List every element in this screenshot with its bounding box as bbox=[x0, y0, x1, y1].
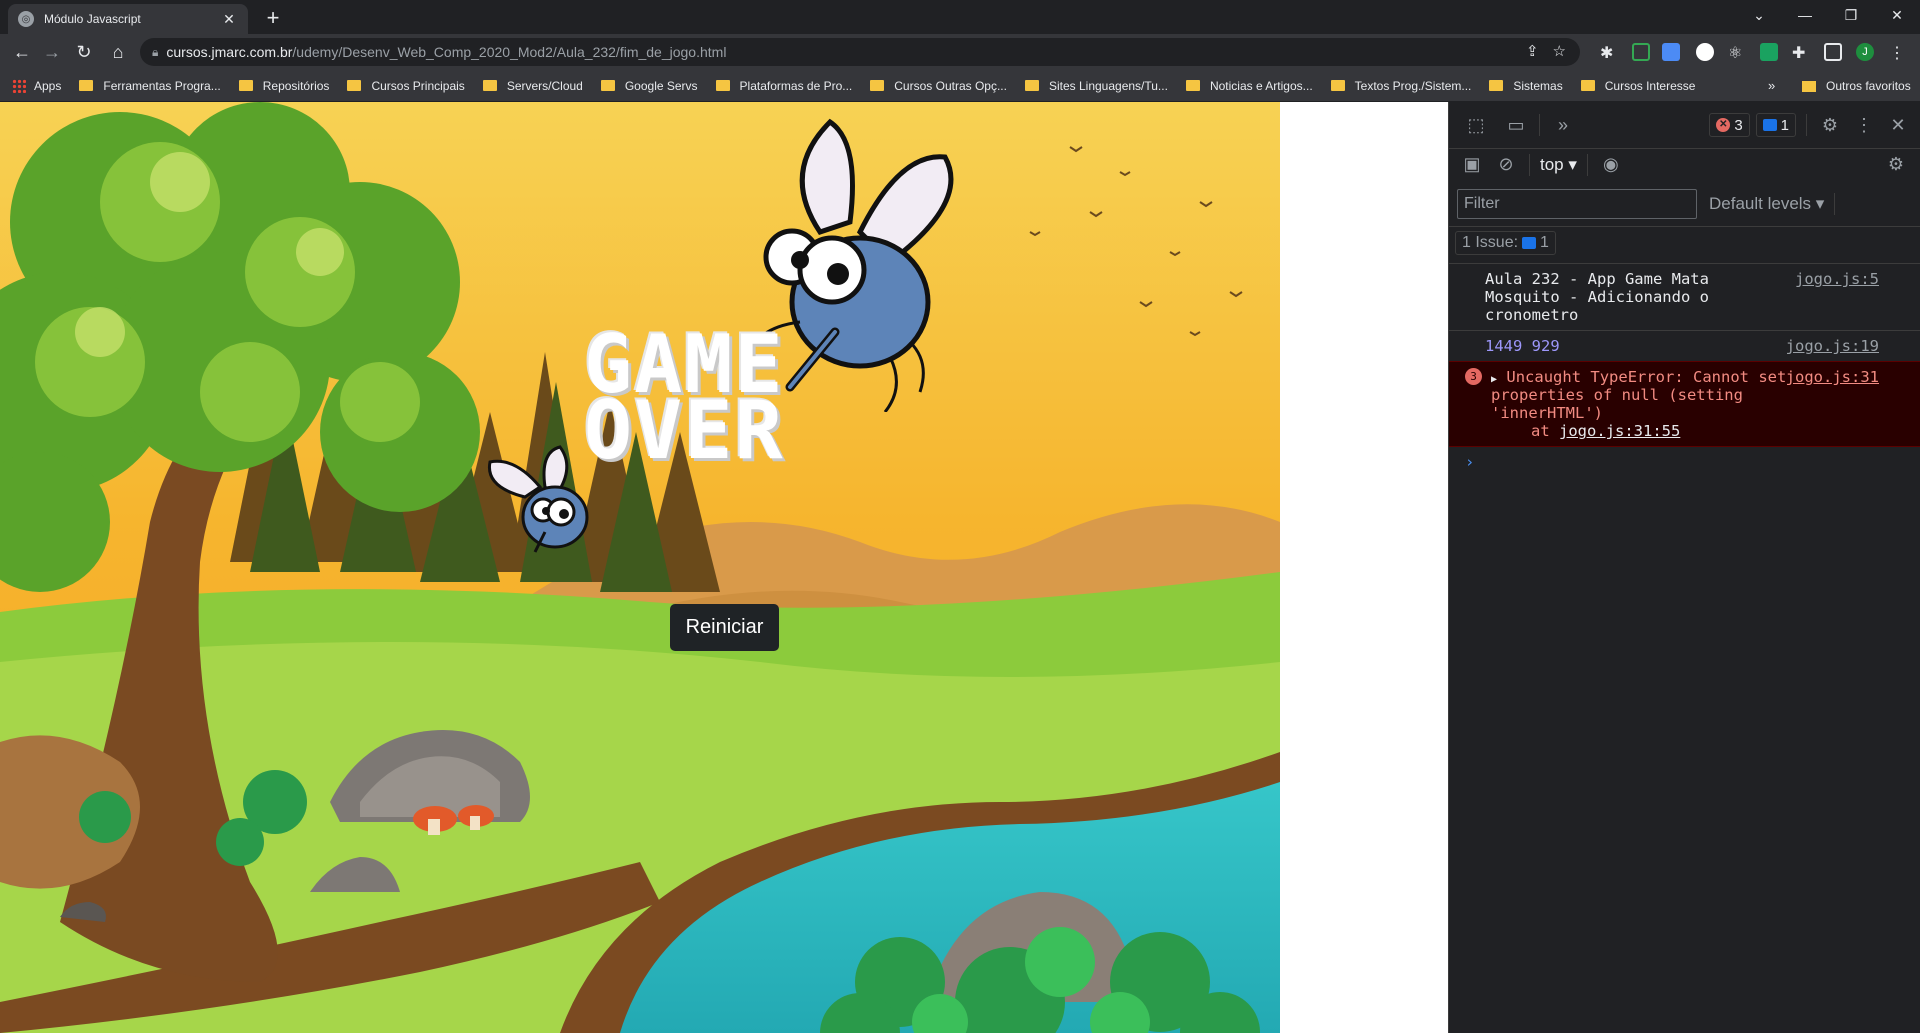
extensions-puzzle-icon[interactable]: ✚ bbox=[1792, 43, 1810, 62]
bookmarks-overflow-button[interactable]: » bbox=[1768, 78, 1775, 93]
message-icon bbox=[1762, 119, 1777, 131]
devtools-panel: ⬚ ▭ » ✕ 3 1 ⚙ ⋮ ✕ ▣ ⊘ top ▾ ◉ ⚙ Filter D… bbox=[1448, 102, 1920, 1033]
folder-icon bbox=[79, 80, 94, 91]
apps-grid-icon bbox=[12, 78, 26, 93]
folder-icon bbox=[1802, 80, 1816, 92]
folder-icon bbox=[238, 80, 253, 91]
restore-button[interactable]: ❐ bbox=[1828, 0, 1874, 30]
bookmark-folder[interactable]: Sistemas bbox=[1489, 79, 1563, 93]
bookmark-folder[interactable]: Repositórios bbox=[238, 79, 329, 93]
console-output: Aula 232 - App Game Mata Mosquito - Adic… bbox=[1449, 263, 1920, 477]
error-repeat-count: 3 bbox=[1465, 368, 1482, 385]
home-icon[interactable]: ⌂ bbox=[106, 40, 130, 64]
folder-icon bbox=[1024, 80, 1039, 91]
close-devtools-icon[interactable]: ✕ bbox=[1885, 115, 1911, 136]
context-select[interactable]: top ▾ bbox=[1540, 155, 1577, 175]
folder-icon bbox=[1185, 80, 1200, 91]
source-link[interactable]: jogo.js:19 bbox=[1786, 337, 1879, 355]
restart-button[interactable]: Reiniciar bbox=[670, 604, 779, 651]
bookmark-folder[interactable]: Textos Prog./Sistem... bbox=[1330, 79, 1471, 93]
game-scene: GAME OVER Reiniciar bbox=[0, 102, 1280, 1033]
reload-icon[interactable]: ↻ bbox=[72, 40, 96, 64]
bookmark-folder[interactable]: Cursos Outras Opç... bbox=[870, 79, 1007, 93]
close-window-button[interactable]: ✕ bbox=[1874, 0, 1920, 30]
live-expression-eye-icon[interactable]: ◉ bbox=[1598, 154, 1624, 175]
minimize-button[interactable]: — bbox=[1782, 0, 1828, 30]
bookmark-folder[interactable]: Google Servs bbox=[600, 79, 698, 93]
folder-icon bbox=[1580, 80, 1595, 91]
source-link[interactable]: jogo.js:31 bbox=[1786, 368, 1879, 386]
tab-strip: ◎ Módulo Javascript ✕ + ⌄ — ❐ ✕ bbox=[0, 0, 1920, 34]
back-icon[interactable]: ← bbox=[10, 40, 34, 64]
issues-button[interactable]: 1 Issue: 1 bbox=[1455, 230, 1556, 255]
bookmark-folder[interactable]: Cursos Principais bbox=[347, 79, 465, 93]
extension-circle-icon[interactable] bbox=[1696, 43, 1714, 61]
tab-title: Módulo Javascript bbox=[44, 12, 141, 26]
inspect-element-icon[interactable]: ⬚ bbox=[1463, 115, 1489, 136]
side-panel-icon[interactable] bbox=[1824, 43, 1842, 61]
bookmark-folder[interactable]: Servers/Cloud bbox=[482, 79, 583, 93]
game-over-line-2: OVER bbox=[584, 384, 785, 477]
folder-icon bbox=[870, 80, 885, 91]
tab-search-icon[interactable]: ⌄ bbox=[1736, 0, 1782, 30]
log-levels-dropdown[interactable]: Default levels ▾ bbox=[1709, 194, 1824, 214]
extension-gear-icon[interactable]: ✱ bbox=[1600, 43, 1618, 62]
page-viewport: GAME OVER Reiniciar bbox=[0, 102, 1448, 1033]
bookmark-star-icon[interactable]: ☆ bbox=[1553, 42, 1566, 60]
error-stack: at jogo.js:31:55 bbox=[1531, 422, 1681, 440]
clear-console-icon[interactable]: ⊘ bbox=[1493, 154, 1519, 175]
profile-avatar[interactable]: J bbox=[1856, 43, 1874, 61]
folder-icon bbox=[600, 80, 615, 91]
bookmark-folder[interactable]: Sites Linguagens/Tu... bbox=[1024, 79, 1168, 93]
console-error-entry: 3 ▶ Uncaught TypeError: Cannot set prope… bbox=[1449, 361, 1920, 447]
console-log-entry: Aula 232 - App Game Mata Mosquito - Adic… bbox=[1449, 263, 1920, 330]
extension-react-icon[interactable]: ⚛ bbox=[1728, 43, 1746, 62]
bookmarks-bar: Apps Ferramentas Progra... Repositórios … bbox=[0, 70, 1920, 102]
new-tab-button[interactable]: + bbox=[260, 5, 286, 31]
globe-icon: ◎ bbox=[18, 11, 34, 27]
browser-menu-icon[interactable]: ⋮ bbox=[1888, 43, 1906, 62]
lock-icon: 🔒︎ bbox=[152, 44, 159, 59]
game-over-title: GAME OVER bbox=[584, 325, 884, 477]
settings-gear-icon[interactable]: ⚙ bbox=[1817, 115, 1843, 136]
browser-toolbar: ← → ↻ ⌂ 🔒︎ cursos.jmarc.com.br/udemy/Des… bbox=[0, 34, 1920, 70]
address-bar[interactable]: 🔒︎ cursos.jmarc.com.br/udemy/Desenv_Web_… bbox=[140, 38, 1580, 66]
source-link[interactable]: jogo.js:5 bbox=[1795, 270, 1879, 288]
expand-triangle-icon[interactable]: ▶ bbox=[1491, 374, 1497, 385]
url-text: cursos.jmarc.com.br/udemy/Desenv_Web_Com… bbox=[166, 44, 727, 60]
other-bookmarks[interactable]: Outros favoritos bbox=[1802, 70, 1911, 102]
more-tabs-icon[interactable]: » bbox=[1550, 115, 1576, 136]
console-filter-input[interactable]: Filter bbox=[1457, 189, 1697, 219]
console-log-entry: 1449 929 jogo.js:19 bbox=[1449, 330, 1920, 361]
issue-icon bbox=[1522, 236, 1537, 249]
bookmark-folder[interactable]: Plataformas de Pro... bbox=[715, 79, 852, 93]
sidebar-toggle-icon[interactable]: ▣ bbox=[1459, 154, 1485, 175]
forward-icon[interactable]: → bbox=[40, 40, 64, 64]
bookmark-folder[interactable]: Noticias e Artigos... bbox=[1185, 79, 1313, 93]
messages-badge[interactable]: 1 bbox=[1755, 113, 1796, 137]
bookmark-folder[interactable]: Ferramentas Progra... bbox=[79, 79, 221, 93]
bookmark-apps[interactable]: Apps bbox=[12, 78, 61, 93]
folder-icon bbox=[1489, 80, 1504, 91]
extension-blue-icon[interactable] bbox=[1662, 43, 1680, 61]
folder-icon bbox=[482, 80, 497, 91]
browser-tab[interactable]: ◎ Módulo Javascript ✕ bbox=[8, 4, 248, 34]
share-icon[interactable]: ⇪ bbox=[1526, 42, 1539, 60]
device-toolbar-icon[interactable]: ▭ bbox=[1503, 115, 1529, 136]
forest-background bbox=[0, 102, 1280, 1033]
error-icon: ✕ bbox=[1716, 118, 1731, 132]
extension-screenshot-icon[interactable] bbox=[1632, 43, 1650, 61]
console-prompt[interactable]: › bbox=[1449, 447, 1920, 477]
folder-icon bbox=[1330, 80, 1345, 91]
extension-green-icon[interactable] bbox=[1760, 43, 1778, 61]
errors-badge[interactable]: ✕ 3 bbox=[1709, 113, 1750, 137]
devtools-menu-icon[interactable]: ⋮ bbox=[1851, 115, 1877, 136]
console-settings-icon[interactable]: ⚙ bbox=[1883, 154, 1909, 175]
bookmark-folder[interactable]: Cursos Interesse bbox=[1580, 79, 1695, 93]
folder-icon bbox=[347, 80, 362, 91]
folder-icon bbox=[715, 80, 730, 91]
stack-link[interactable]: jogo.js:31:55 bbox=[1559, 422, 1680, 440]
close-icon[interactable]: ✕ bbox=[220, 11, 238, 28]
